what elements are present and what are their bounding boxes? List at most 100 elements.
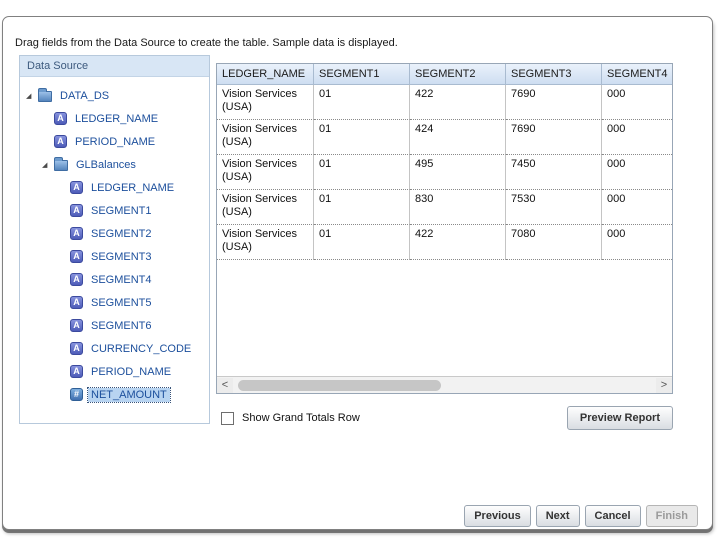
tree-item-currency-code[interactable]: A CURRENCY_CODE <box>22 337 207 360</box>
table-wizard-dialog: Drag fields from the Data Source to crea… <box>2 16 713 530</box>
column-header-ledger_name[interactable]: LEDGER_NAME <box>217 64 314 85</box>
scrollbar-thumb[interactable] <box>238 380 441 391</box>
footer-buttons: Previous NextCancelFinish <box>464 505 698 527</box>
grand-totals-checkbox[interactable] <box>221 412 234 425</box>
tree-item-net-amount[interactable]: # NET_AMOUNT <box>22 383 207 406</box>
text-field-icon: A <box>70 365 83 378</box>
tree-item-label: DATA_DS <box>57 89 112 103</box>
tree-item-label: SEGMENT1 <box>88 204 155 218</box>
horizontal-scrollbar[interactable]: < > <box>217 376 672 393</box>
data-source-title: Data Source <box>20 56 209 77</box>
table-cell: 7450 <box>506 155 602 190</box>
table-cell: 7080 <box>506 225 602 260</box>
table-cell: Vision Services (USA) <box>217 225 314 260</box>
table-cell: 01 <box>314 120 410 155</box>
folder-icon <box>38 91 52 102</box>
data-source-panel: Data Source ◢ DATA_DS A LEDGER_NAME A PERIOD_… <box>19 55 210 424</box>
tree-item-period-name[interactable]: A PERIOD_NAME <box>22 130 207 153</box>
table-cell: Vision Services (USA) <box>217 85 314 120</box>
table-empty-area <box>217 260 672 376</box>
text-field-icon: A <box>70 273 83 286</box>
previous-button[interactable]: Previous <box>464 505 530 527</box>
tree-item-glbalances[interactable]: ◢ GLBalances <box>22 153 207 176</box>
table-row: Vision Services (USA)014247690000 <box>217 120 672 155</box>
table-row: Vision Services (USA)014957450000 <box>217 155 672 190</box>
table-cell: Vision Services (USA) <box>217 155 314 190</box>
tree-item-data-ds[interactable]: ◢ DATA_DS <box>22 84 207 107</box>
tree-item-ledger-name[interactable]: A LEDGER_NAME <box>22 176 207 199</box>
tree-item-label: GLBalances <box>73 158 139 172</box>
text-field-icon: A <box>70 181 83 194</box>
tree-item-segment1[interactable]: A SEGMENT1 <box>22 199 207 222</box>
data-source-tree: ◢ DATA_DS A LEDGER_NAME A PERIOD_NAME ◢ GLBalan… <box>20 77 209 413</box>
cancel-button[interactable]: Cancel <box>585 505 641 527</box>
text-field-icon: A <box>70 250 83 263</box>
table-options-row: Show Grand Totals Row Preview Report <box>216 406 673 430</box>
grand-totals-label: Show Grand Totals Row <box>242 412 360 424</box>
text-field-icon: A <box>70 296 83 309</box>
scrollbar-track[interactable] <box>233 378 656 393</box>
table-cell: 424 <box>410 120 506 155</box>
table-cell: Vision Services (USA) <box>217 120 314 155</box>
table-body: Vision Services (USA)014227690000Vision … <box>217 85 672 260</box>
table-cell: 01 <box>314 155 410 190</box>
table-cell: 000 <box>602 120 672 155</box>
tree-item-segment6[interactable]: A SEGMENT6 <box>22 314 207 337</box>
preview-report-button[interactable]: Preview Report <box>567 406 673 430</box>
expand-collapse-icon[interactable]: ◢ <box>42 161 54 169</box>
tree-item-segment4[interactable]: A SEGMENT4 <box>22 268 207 291</box>
tree-item-label: LEDGER_NAME <box>88 181 177 195</box>
tree-item-label: SEGMENT6 <box>88 319 155 333</box>
column-header-segment3[interactable]: SEGMENT3 <box>506 64 602 85</box>
table-cell: 422 <box>410 85 506 120</box>
table-cell: 7690 <box>506 120 602 155</box>
expand-collapse-icon[interactable]: ◢ <box>26 92 38 100</box>
table-cell: 7690 <box>506 85 602 120</box>
table-cell: 000 <box>602 85 672 120</box>
tree-item-label: SEGMENT4 <box>88 273 155 287</box>
table-cell: Vision Services (USA) <box>217 190 314 225</box>
scroll-right-button[interactable]: > <box>656 378 672 393</box>
table-header-row: LEDGER_NAMESEGMENT1SEGMENT2SEGMENT3SEGME… <box>217 64 672 85</box>
tree-item-ledger-name[interactable]: A LEDGER_NAME <box>22 107 207 130</box>
column-header-segment4[interactable]: SEGMENT4 <box>602 64 672 85</box>
tree-item-segment3[interactable]: A SEGMENT3 <box>22 245 207 268</box>
table-row: Vision Services (USA)018307530000 <box>217 190 672 225</box>
tree-item-segment5[interactable]: A SEGMENT5 <box>22 291 207 314</box>
scroll-left-button[interactable]: < <box>217 378 233 393</box>
tree-item-label: PERIOD_NAME <box>72 135 158 149</box>
table-cell: 000 <box>602 190 672 225</box>
table-cell: 422 <box>410 225 506 260</box>
table-cell: 01 <box>314 190 410 225</box>
number-field-icon: # <box>70 388 83 401</box>
next-button[interactable]: Next <box>536 505 580 527</box>
table-row: Vision Services (USA)014227690000 <box>217 85 672 120</box>
text-field-icon: A <box>70 227 83 240</box>
text-field-icon: A <box>70 342 83 355</box>
table-cell: 7530 <box>506 190 602 225</box>
tree-item-label: PERIOD_NAME <box>88 365 174 379</box>
text-field-icon: A <box>70 204 83 217</box>
tree-item-label: LEDGER_NAME <box>72 112 161 126</box>
column-header-segment1[interactable]: SEGMENT1 <box>314 64 410 85</box>
table-cell: 01 <box>314 225 410 260</box>
text-field-icon: A <box>54 135 67 148</box>
column-header-segment2[interactable]: SEGMENT2 <box>410 64 506 85</box>
table-cell: 495 <box>410 155 506 190</box>
tree-item-label: CURRENCY_CODE <box>88 342 194 356</box>
tree-item-period-name[interactable]: A PERIOD_NAME <box>22 360 207 383</box>
tree-item-label: SEGMENT5 <box>88 296 155 310</box>
finish-button: Finish <box>646 505 698 527</box>
table-cell: 830 <box>410 190 506 225</box>
folder-icon <box>54 160 68 171</box>
tree-item-segment2[interactable]: A SEGMENT2 <box>22 222 207 245</box>
text-field-icon: A <box>70 319 83 332</box>
text-field-icon: A <box>54 112 67 125</box>
table-cell: 01 <box>314 85 410 120</box>
table-cell: 000 <box>602 225 672 260</box>
tree-item-label: NET_AMOUNT <box>88 388 170 402</box>
instruction-text: Drag fields from the Data Source to crea… <box>15 37 398 49</box>
sample-table-panel: LEDGER_NAMESEGMENT1SEGMENT2SEGMENT3SEGME… <box>216 63 673 394</box>
tree-item-label: SEGMENT2 <box>88 227 155 241</box>
tree-item-label: SEGMENT3 <box>88 250 155 264</box>
